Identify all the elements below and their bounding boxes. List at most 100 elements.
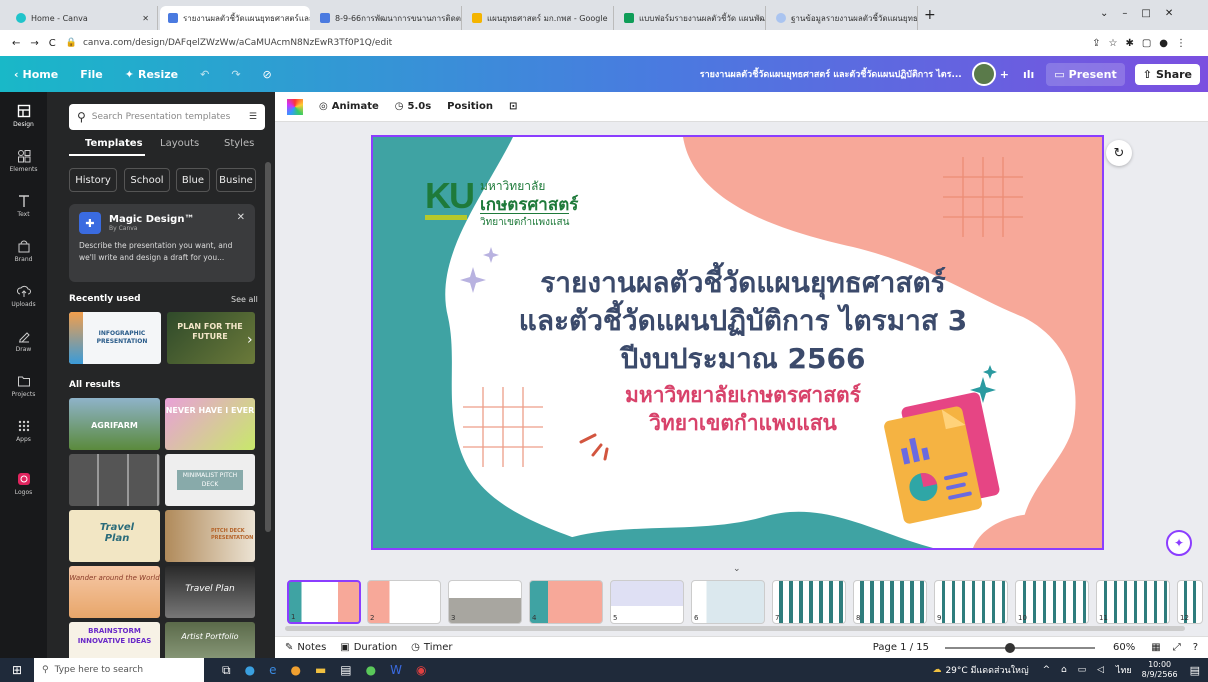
template-thumb[interactable]: Artist Portfolio [165,622,255,658]
help-icon[interactable]: ? [1193,642,1198,653]
ku-logo-mark[interactable]: KU [425,175,475,217]
grid-view-icon[interactable]: ▦ [1151,642,1160,653]
page-thumb[interactable]: 6 [691,580,765,624]
slide-subtitle-line1[interactable]: มหาวิทยาลัยเกษตรศาสตร์ [473,381,1013,409]
position-button[interactable]: Position [447,101,493,112]
resize-button[interactable]: ✦ Resize [125,68,178,81]
forward-arrow-icon[interactable]: → [30,38,38,49]
browser-app-icon[interactable]: ● [245,663,255,678]
store-app-icon[interactable]: ▤ [340,663,351,678]
filter-chip[interactable]: School [124,168,170,192]
back-arrow-icon[interactable]: ← [12,38,20,49]
page-thumb[interactable]: 2 [367,580,441,624]
language-indicator[interactable]: ไทย [1116,663,1132,677]
slide-subtitle-line2[interactable]: วิทยาเขตกำแพงแสน [473,409,1013,437]
browser-tab[interactable]: Home - Canva ✕ [8,6,158,30]
windows-start-icon[interactable]: ⊞ [0,663,34,677]
animate-button[interactable]: ◎ Animate [319,101,379,112]
slide-title-line1[interactable]: รายงานผลตัวชี้วัดแผนยุทธศาสตร์ [473,265,1013,301]
weather-widget[interactable]: ☁ 29°C มีแดดส่วนใหญ่ [932,663,1028,677]
zoom-slider[interactable] [945,642,1095,653]
zoom-value[interactable]: 60% [1113,642,1135,653]
browser-tab-active[interactable]: รายงานผลตัวชี้วัดแผนยุทธศาสตร์และ ✕ [160,6,310,30]
template-thumb[interactable]: PITCH DECK PRESENTATION [165,510,255,562]
page-thumb[interactable]: 11 [1096,580,1170,624]
slide-title-line2[interactable]: และตัวชี้วัดแผนปฏิบัติการ ไตรมาส 3 [473,303,1013,339]
filter-chip[interactable]: Busine [216,168,256,192]
rail-item-text[interactable]: Text [0,194,47,218]
chevron-right-icon[interactable]: › [247,332,253,348]
taskbar-search-input[interactable]: ⚲ Type here to search [34,658,204,682]
template-thumb[interactable] [69,454,160,506]
see-all-link[interactable]: See all [231,295,258,304]
rail-item-brand[interactable]: Brand [0,239,47,263]
panel-scrollbar[interactable] [265,162,271,532]
template-thumb[interactable]: BRAINSTORM INNOVATIVE IDEAS [69,622,160,658]
share-button[interactable]: ⇧ Share [1134,63,1200,85]
add-collaborator-button[interactable]: + [1000,68,1009,81]
tab-styles[interactable]: Styles [224,138,254,149]
clock[interactable]: 10:00 8/9/2566 [1142,660,1178,680]
page-thumb[interactable]: 7 [772,580,846,624]
file-explorer-icon[interactable]: ▬ [315,663,326,678]
page-thumb[interactable]: 8 [853,580,927,624]
recent-template-thumb[interactable]: PLAN FOR THE FUTURE [167,312,255,364]
url-field[interactable]: 🔒 canva.com/design/DAFqelZWzWw/aCaMUAcmN… [66,38,1082,48]
task-view-icon[interactable]: ⧉ [222,663,231,678]
lock-icon[interactable]: ⊡ [509,101,517,112]
filter-icon[interactable]: ☰ [249,112,257,122]
page-indicator[interactable]: Page 1 / 15 [873,642,929,653]
rail-item-logos[interactable]: Logos [0,472,47,496]
browser-tab[interactable]: แบบฟอร์มรายงานผลตัวชี้วัด แผนพัฒ ✕ [616,6,766,30]
timer-button[interactable]: ◷ Timer [411,642,452,653]
magic-assistant-icon[interactable]: ✦ [1166,530,1192,556]
rail-item-elements[interactable]: Elements [0,149,47,173]
browser-tab[interactable]: ฐานข้อมูลรายงานผลตัวชี้วัดแผนยุทธศ ✕ [768,6,918,30]
page-thumb[interactable]: 3 [448,580,522,624]
rail-item-uploads[interactable]: Uploads [0,284,47,308]
word-app-icon[interactable]: W [390,663,402,678]
document-title[interactable]: รายงานผลตัวชี้วัดแผนยุทธศาสตร์ และตัวชี้… [700,67,962,81]
page-thumb[interactable]: 4 [529,580,603,624]
rail-item-apps[interactable]: Apps [0,419,47,443]
template-thumb[interactable]: MINIMALIST PITCH DECK [165,454,255,506]
browser-tab[interactable]: แผนยุทธศาสตร์ มก.กพส - Google ✕ [464,6,614,30]
duration-button[interactable]: ◷ 5.0s [395,101,431,112]
filter-chip[interactable]: Blue [176,168,210,192]
search-input[interactable]: ⚲ Search Presentation templates ☰ [69,104,265,130]
template-thumb[interactable]: Travel Plan [165,566,255,618]
tab-templates[interactable]: Templates [85,138,143,149]
page-thumb[interactable]: 10 [1015,580,1089,624]
reload-icon[interactable]: C [49,38,56,49]
template-thumb[interactable]: Wander around the World [69,566,160,618]
logo-text-line3[interactable]: วิทยาเขตกำแพงแสน [480,213,570,230]
page-thumb[interactable]: 9 [934,580,1008,624]
file-menu[interactable]: File [80,68,103,81]
avatar[interactable] [971,62,996,86]
insights-icon[interactable]: ılı [1023,68,1034,81]
zoom-slider-knob[interactable] [1005,642,1015,653]
cloud-saved-icon[interactable]: ⊘ [263,68,272,81]
slide-title-line3[interactable]: ปีงบประมาณ 2566 [473,341,1013,377]
notes-button[interactable]: ✎ Notes [285,642,326,653]
color-picker-icon[interactable] [287,98,303,115]
magic-design-card[interactable]: ✚ Magic Design™ By Canva ✕ Describe the … [69,204,255,282]
filmstrip-scrollbar[interactable] [285,626,1185,631]
close-tab-icon[interactable]: ✕ [613,14,614,23]
browser-tab[interactable]: 8-9-66การพัฒนาการขนานการติดตาม ✕ [312,6,462,30]
template-thumb[interactable]: AGRIFARM [69,398,160,450]
tab-layouts[interactable]: Layouts [160,138,199,149]
line-app-icon[interactable]: ● [366,663,376,678]
edge-app-icon[interactable]: e [269,663,276,678]
filter-chip[interactable]: History [69,168,117,192]
present-button[interactable]: ▭ Present [1046,62,1125,86]
new-tab-button[interactable]: + [924,7,936,23]
close-tab-icon[interactable]: ✕ [142,14,149,23]
slide[interactable]: KU มหาวิทยาลัย เกษตรศาสตร์ วิทยาเขตกำแพง… [371,135,1104,550]
recent-template-thumb[interactable]: INFOGRAPHIC PRESENTATION [69,312,161,364]
duration-toggle[interactable]: ▣ Duration [340,642,397,653]
fullscreen-icon[interactable]: ⤢ [1173,642,1181,653]
page-thumb[interactable]: 1 [287,580,361,624]
close-icon[interactable]: ✕ [237,212,245,223]
home-button[interactable]: ‹ Home [14,68,58,81]
